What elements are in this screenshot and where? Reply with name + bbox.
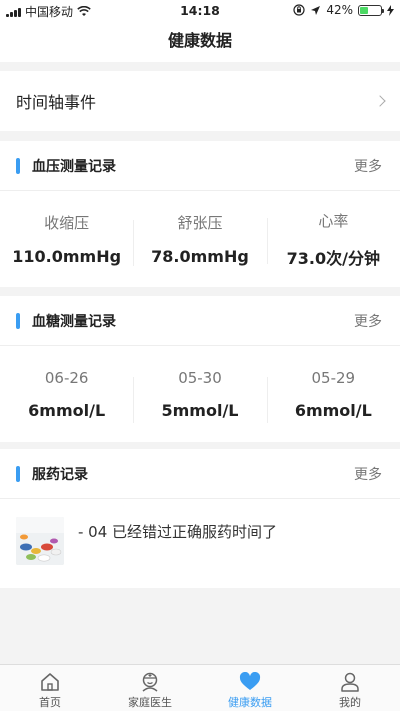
blood-pressure-title: 血压测量记录 [32, 158, 116, 175]
tab-bar: 首页 家庭医生 健康数据 我的 [0, 664, 400, 711]
tab-label: 健康数据 [228, 696, 272, 709]
timeline-label: 时间轴事件 [16, 93, 97, 112]
metric-diastolic: 舒张压 78.0mmHg [133, 212, 266, 266]
tab-mine[interactable]: 我的 [300, 665, 400, 711]
status-right: 42% [293, 3, 394, 17]
metric-value: 73.0次/分钟 [286, 248, 380, 268]
pill-thumbnail [16, 517, 64, 565]
charging-icon [387, 4, 394, 16]
blood-pressure-metrics[interactable]: 收缩压 110.0mmHg 舒张压 78.0mmHg 心率 73.0次/分钟 [0, 191, 400, 287]
tab-family-doctor[interactable]: 家庭医生 [100, 665, 200, 711]
tab-label: 我的 [339, 696, 361, 709]
section-accent-bar [16, 312, 20, 329]
medication-header: 服药记录 更多 [0, 449, 400, 499]
medication-title-wrap: 服药记录 [16, 464, 88, 484]
user-icon [341, 672, 359, 692]
blood-pressure-more-link[interactable]: 更多 [354, 156, 382, 176]
blood-sugar-title-wrap: 血糖测量记录 [16, 311, 116, 331]
battery-percent: 42% [326, 3, 353, 17]
timeline-row[interactable]: 时间轴事件 [0, 71, 400, 131]
blood-pressure-title-wrap: 血压测量记录 [16, 156, 116, 176]
home-icon [41, 673, 59, 691]
status-bar: 中国移动 14:18 42% [0, 0, 400, 20]
nav-bar: 健康数据 [0, 20, 400, 62]
doctor-icon [142, 672, 158, 692]
metric-date: 05-29 [311, 368, 356, 387]
medication-text: - 04 已经错过正确服药时间了 [78, 523, 278, 541]
battery-fill [360, 6, 369, 14]
tab-label: 家庭医生 [128, 696, 172, 709]
medication-more-link[interactable]: 更多 [354, 464, 382, 484]
metric-value: 6mmol/L [294, 400, 372, 420]
metric-date: 05-30 [178, 368, 222, 387]
glucose-record: 05-29 6mmol/L [266, 368, 400, 423]
heart-icon [239, 672, 261, 690]
location-icon [311, 5, 321, 15]
orientation-lock-icon [293, 4, 305, 16]
metric-value: 110.0mmHg [12, 247, 122, 266]
blood-pressure-section: 血压测量记录 更多 收缩压 110.0mmHg 舒张压 78.0mmHg 心率 … [0, 141, 400, 287]
blood-sugar-section: 血糖测量记录 更多 06-26 6mmol/L 05-30 5mmol/L 05… [0, 296, 400, 442]
metric-label: 舒张压 [177, 214, 223, 232]
tab-home[interactable]: 首页 [0, 665, 100, 711]
glucose-record: 06-26 6mmol/L [0, 369, 133, 420]
tab-label: 首页 [39, 696, 61, 709]
blood-sugar-header: 血糖测量记录 更多 [0, 296, 400, 346]
glucose-record: 05-30 5mmol/L [133, 368, 266, 423]
blood-sugar-title: 血糖测量记录 [32, 313, 116, 330]
blood-sugar-metrics[interactable]: 06-26 6mmol/L 05-30 5mmol/L 05-29 6mmol/… [0, 346, 400, 442]
metric-value: 5mmol/L [161, 400, 239, 420]
metric-systolic: 收缩压 110.0mmHg [0, 212, 133, 266]
blood-pressure-header: 血压测量记录 更多 [0, 141, 400, 191]
blood-sugar-more-link[interactable]: 更多 [354, 311, 382, 331]
medication-title: 服药记录 [32, 466, 88, 483]
page-title: 健康数据 [167, 31, 232, 50]
metric-value: 6mmol/L [28, 400, 106, 420]
metric-date: 06-26 [44, 368, 89, 387]
chevron-right-icon [374, 95, 386, 107]
section-accent-bar [16, 157, 20, 174]
medication-item[interactable]: - 04 已经错过正确服药时间了 [0, 499, 400, 587]
metric-label: 心率 [318, 211, 349, 230]
metric-heart-rate: 心率 73.0次/分钟 [266, 210, 400, 269]
section-accent-bar [16, 465, 20, 482]
battery-icon [358, 4, 384, 16]
tab-health-data[interactable]: 健康数据 [200, 665, 300, 711]
metric-label: 收缩压 [44, 214, 90, 232]
pills-image [16, 517, 64, 565]
metric-value: 78.0mmHg [151, 247, 249, 266]
medication-section: 服药记录 更多 - 04 已经错过正确服药时间了 [0, 449, 400, 588]
